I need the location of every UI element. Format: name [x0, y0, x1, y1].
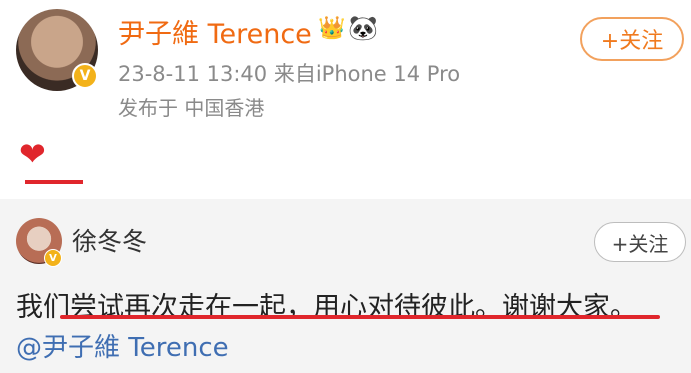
repost-follow-button[interactable]: +关注 — [594, 222, 686, 262]
post-meta: 23-8-11 13:40 来自iPhone 14 Pro — [118, 62, 461, 86]
repost-text-underline — [60, 315, 660, 319]
mention-link[interactable]: @尹子維 Terence — [16, 327, 229, 364]
crown-icon: 👑 — [318, 16, 346, 41]
repost-username[interactable]: 徐冬冬 — [72, 222, 147, 258]
follow-button[interactable]: +关注 — [580, 17, 684, 61]
post-location: 发布于 中国香港 — [118, 96, 265, 120]
heart-underline — [25, 180, 83, 184]
post-username[interactable]: 尹子維 Terence — [118, 12, 312, 51]
repost-verified-badge-icon: V — [44, 249, 62, 267]
panda-icon: 🐼 — [348, 14, 378, 42]
heart-icon: ❤ — [19, 135, 46, 173]
verified-badge-icon: V — [72, 63, 98, 89]
